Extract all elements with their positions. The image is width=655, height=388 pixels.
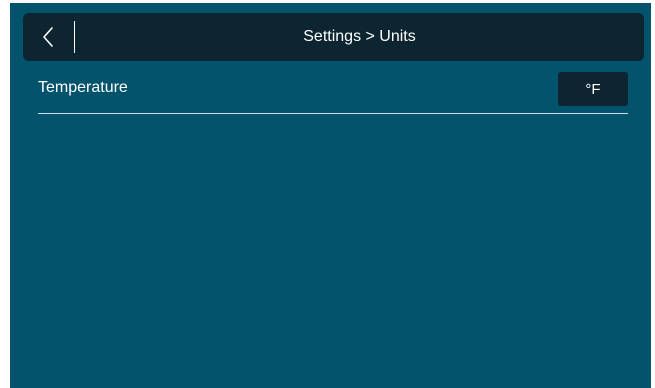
- temperature-label: Temperature: [38, 79, 128, 96]
- back-button[interactable]: [23, 13, 73, 61]
- chevron-left-icon: [43, 27, 53, 47]
- temperature-unit-button[interactable]: °F: [558, 72, 628, 106]
- page-title: Settings > Units: [303, 28, 416, 45]
- units-settings-screen: Settings > Units Temperature °F: [10, 3, 651, 388]
- setting-row-temperature: Temperature °F: [38, 67, 628, 114]
- header-bar: Settings > Units: [23, 13, 644, 61]
